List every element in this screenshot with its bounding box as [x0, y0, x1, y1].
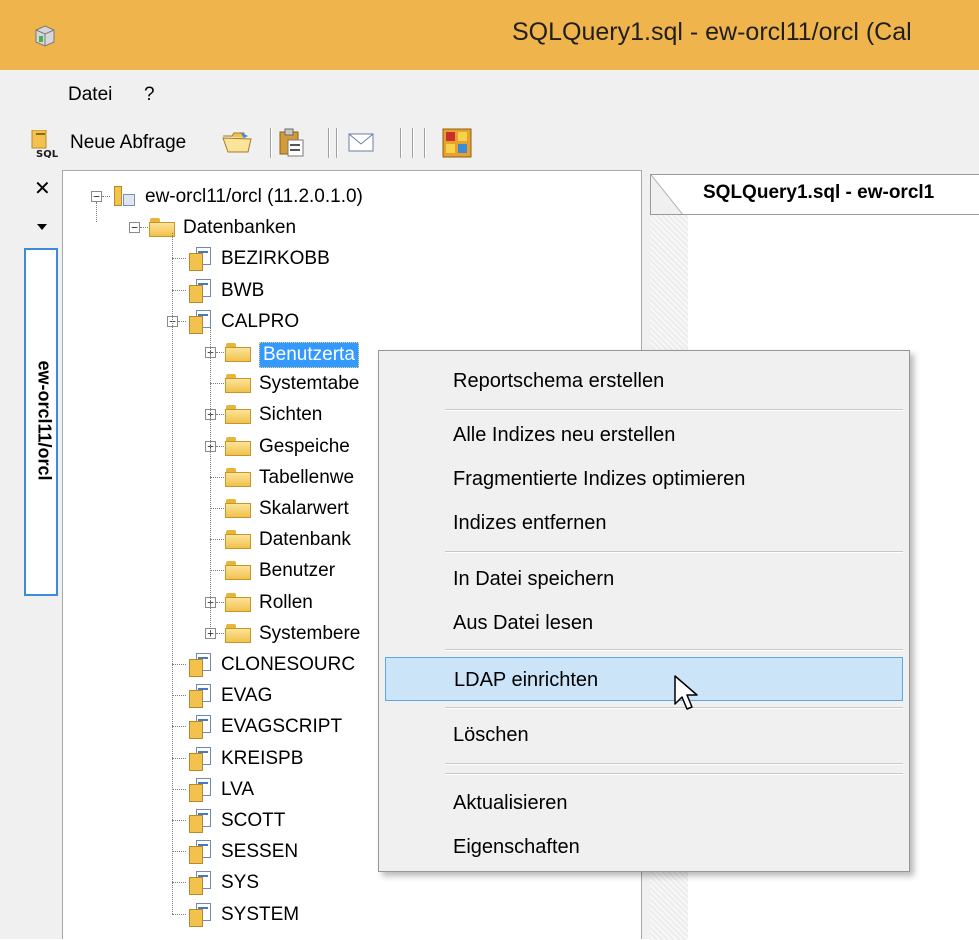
tree-node-database[interactable]: EVAGSCRIPT: [221, 716, 342, 738]
title-bar: SQLQuery1.sql - ew-orcl11/orcl (Cal: [0, 0, 979, 70]
database-icon: [187, 713, 211, 740]
connection-tab[interactable]: ew-orcl11/orcl: [24, 248, 58, 596]
menu-item-delete[interactable]: Löschen: [385, 715, 903, 755]
tree-node-database[interactable]: CLONESOURC: [221, 654, 355, 676]
left-tool-strip: ✕ ew-orcl11/orcl: [0, 170, 62, 939]
tree-node-folder[interactable]: Sichten: [259, 404, 322, 426]
tree-node-database[interactable]: SCOTT: [221, 810, 285, 832]
menu-help[interactable]: ?: [140, 84, 159, 106]
svg-text:SQL: SQL: [36, 149, 59, 158]
mail-icon[interactable]: [348, 132, 374, 154]
database-icon: [187, 745, 211, 771]
database-icon: [187, 308, 211, 334]
tree-node-folder[interactable]: Datenbank: [259, 529, 351, 551]
tree-node-database[interactable]: SESSEN: [221, 841, 298, 863]
folder-icon: [225, 373, 251, 394]
database-icon: [187, 838, 211, 865]
menu-datei[interactable]: Datei: [64, 84, 116, 106]
tree-node-folder[interactable]: Tabellenwe: [259, 467, 354, 489]
folder-icon: [225, 467, 251, 487]
tree-node-folder[interactable]: Rollen: [259, 592, 313, 614]
menu-item-save-to-file[interactable]: In Datei speichern: [385, 559, 903, 599]
menu-item-ldap-setup[interactable]: LDAP einrichten: [385, 657, 903, 701]
menu-item-label: Indizes entfernen: [453, 512, 607, 534]
close-icon[interactable]: ✕: [34, 176, 51, 201]
window-title: SQLQuery1.sql - ew-orcl11/orcl (Cal: [512, 18, 912, 46]
database-icon: [187, 869, 211, 896]
menu-separator: [445, 649, 903, 651]
folder-icon: [225, 529, 251, 550]
menu-item-label: LDAP einrichten: [454, 669, 599, 691]
menu-separator: [445, 773, 903, 775]
connection-tab-label: ew-orcl11/orcl: [34, 360, 55, 481]
tree-node-database[interactable]: BWB: [221, 280, 264, 302]
grid-icon[interactable]: [442, 128, 472, 158]
tree-node-folder[interactable]: Gespeiche: [259, 436, 350, 458]
folder-icon: [225, 623, 251, 643]
toolbar: SQL Neue Abfrage: [0, 118, 979, 171]
folder-icon: [225, 404, 251, 425]
open-folder-icon[interactable]: [222, 130, 252, 156]
document-tab[interactable]: SQLQuery1.sql - ew-orcl1: [650, 174, 979, 215]
collapse-icon[interactable]: −: [129, 222, 140, 234]
mouse-cursor-icon: [674, 675, 698, 710]
database-icon: [187, 682, 211, 709]
database-icon: [187, 901, 211, 927]
menu-separator: [445, 763, 903, 765]
folder-icon: [225, 342, 251, 362]
tree-node-database[interactable]: BEZIRKOBB: [221, 248, 330, 270]
tree-node-folder[interactable]: Systemtabe: [259, 373, 359, 395]
tree-node-folder[interactable]: Benutzerta: [259, 342, 359, 368]
collapse-icon[interactable]: −: [91, 191, 102, 202]
menu-item-refresh[interactable]: Aktualisieren: [385, 783, 903, 823]
database-icon: [187, 776, 211, 802]
context-menu: Reportschema erstellen Alle Indizes neu …: [378, 350, 910, 872]
menu-item-rebuild-indexes[interactable]: Alle Indizes neu erstellen: [385, 415, 903, 455]
menu-item-label: Eigenschaften: [453, 836, 580, 858]
tree-node-database[interactable]: CALPRO: [221, 311, 299, 333]
menu-item-label: In Datei speichern: [453, 568, 615, 590]
tree-node-folder[interactable]: Benutzer: [259, 560, 335, 582]
menu-item-properties[interactable]: Eigenschaften: [385, 827, 903, 867]
new-query-label: Neue Abfrage: [70, 132, 187, 153]
menu-separator: [445, 409, 903, 411]
folder-icon: [225, 560, 251, 581]
database-icon: [187, 651, 211, 677]
tree-node-folder[interactable]: Systembere: [259, 623, 360, 645]
menu-item-label: Fragmentierte Indizes optimieren: [453, 468, 746, 490]
menu-item-remove-indexes[interactable]: Indizes entfernen: [385, 503, 903, 543]
menu-item-label: Reportschema erstellen: [453, 370, 665, 392]
database-icon: [187, 277, 211, 303]
tree-node-database[interactable]: SYSTEM: [221, 904, 299, 926]
menu-item-label: Alle Indizes neu erstellen: [453, 424, 676, 446]
tree-node-database[interactable]: SYS: [221, 872, 259, 894]
new-query-button[interactable]: SQL Neue Abfrage: [30, 126, 186, 162]
tree-node-folder[interactable]: Skalarwert: [259, 498, 349, 520]
tree-node-databases[interactable]: Datenbanken: [183, 217, 296, 239]
menu-item-label: Löschen: [453, 724, 529, 746]
server-icon: [111, 184, 137, 208]
database-icon: [187, 245, 211, 272]
folder-icon: [225, 498, 251, 518]
menu-item-label: Aus Datei lesen: [453, 612, 594, 634]
menu-item-load-from-file[interactable]: Aus Datei lesen: [385, 603, 903, 643]
menu-item-label: Aktualisieren: [453, 792, 568, 814]
paste-icon[interactable]: [278, 128, 306, 158]
document-tab-label: SQLQuery1.sql - ew-orcl1: [703, 182, 935, 203]
menu-separator: [445, 551, 903, 553]
app-icon[interactable]: [34, 24, 56, 48]
tree-node-server[interactable]: ew-orcl11/orcl (11.2.0.1.0): [145, 186, 363, 208]
menu-item-reportschema[interactable]: Reportschema erstellen: [385, 361, 903, 401]
database-icon: [187, 807, 211, 833]
tree-node-database[interactable]: EVAG: [221, 685, 272, 707]
menu-bar: Datei ?: [0, 70, 979, 118]
dropdown-arrow-icon[interactable]: [37, 224, 47, 230]
folder-icon: [225, 592, 251, 612]
tree-node-database[interactable]: LVA: [221, 779, 254, 801]
folder-icon: [225, 436, 251, 456]
sql-query-icon: SQL: [31, 130, 59, 158]
tree-node-database[interactable]: KREISPB: [221, 748, 303, 770]
menu-item-optimize-indexes[interactable]: Fragmentierte Indizes optimieren: [385, 459, 903, 499]
